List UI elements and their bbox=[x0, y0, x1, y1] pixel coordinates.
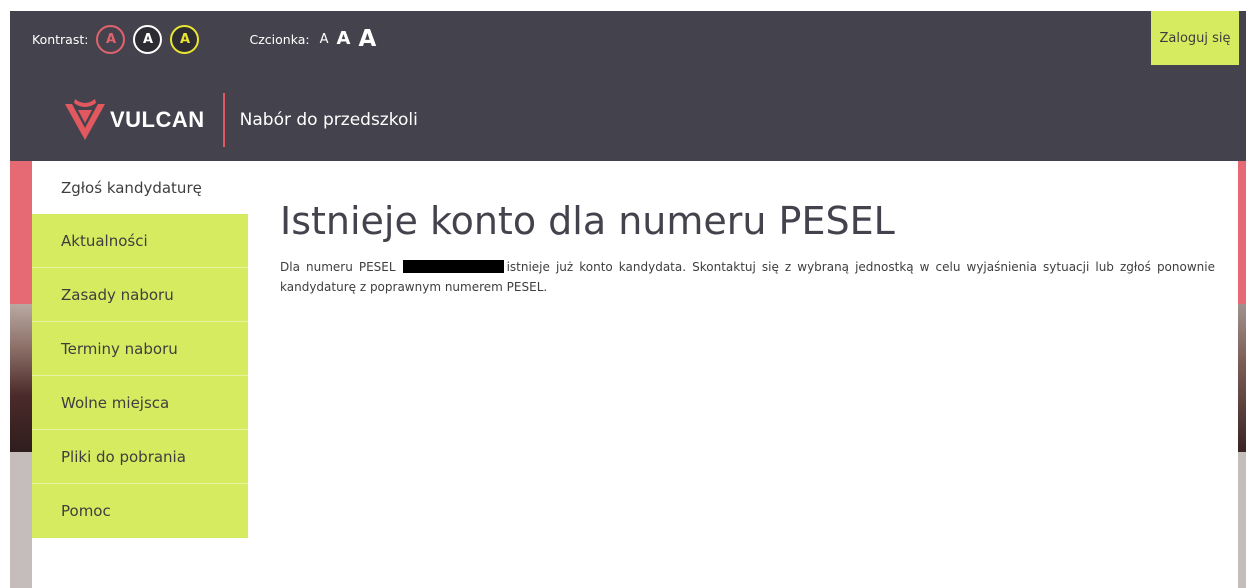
brand-divider bbox=[222, 93, 225, 147]
sidebar-item-wolne-miejsca[interactable]: Wolne miejsca bbox=[32, 376, 248, 430]
redacted-pesel bbox=[402, 259, 504, 273]
message-prefix: Dla numeru PESEL bbox=[280, 259, 396, 274]
font-size-label: Czcionka: bbox=[249, 31, 310, 47]
left-strip-pink bbox=[10, 161, 32, 304]
main-content: Istnieje konto dla numeru PESEL Dla nume… bbox=[280, 198, 1215, 309]
accessibility-bar: Kontrast: A A A Czcionka: A A A bbox=[10, 11, 384, 67]
sidebar-item-terminy-naboru[interactable]: Terminy naboru bbox=[32, 322, 248, 376]
left-strip-photo bbox=[10, 304, 32, 452]
contrast-yellow-black-button[interactable]: A bbox=[170, 24, 200, 54]
right-strip-pink bbox=[1238, 161, 1246, 304]
vulcan-logo[interactable]: VULCAN bbox=[62, 97, 205, 143]
sidebar-item-pomoc[interactable]: Pomoc bbox=[32, 484, 248, 538]
contrast-default-button[interactable]: A bbox=[96, 24, 126, 54]
contrast-label: Kontrast: bbox=[32, 31, 89, 47]
left-strip-gray bbox=[10, 452, 32, 588]
app-title: Nabór do przedszkoli bbox=[239, 110, 418, 130]
right-strip-photo bbox=[1238, 304, 1246, 452]
account-exists-message: Dla numeru PESEL istnieje już konto kandy… bbox=[280, 257, 1215, 297]
sidebar-item-zasady-naboru[interactable]: Zasady naboru bbox=[32, 268, 248, 322]
sidebar-item-pliki-do-pobrania[interactable]: Pliki do pobrania bbox=[32, 430, 248, 484]
page-title: Istnieje konto dla numeru PESEL bbox=[280, 199, 895, 243]
top-header: Kontrast: A A A Czcionka: A A A Zaloguj … bbox=[10, 11, 1246, 161]
brand-bar: VULCAN Nabór do przedszkoli bbox=[62, 93, 418, 147]
sidebar-item-aktualnosci[interactable]: Aktualności bbox=[32, 214, 248, 268]
sidebar-item-zglos-kandydature[interactable]: Zgłoś kandydaturę bbox=[32, 161, 248, 214]
vulcan-shield-icon bbox=[65, 99, 105, 140]
login-button[interactable]: Zaloguj się bbox=[1151, 11, 1239, 65]
left-decorative-strip bbox=[10, 161, 32, 588]
contrast-black-white-button[interactable]: A bbox=[133, 24, 163, 54]
font-large-button[interactable]: A bbox=[358, 27, 376, 51]
right-strip-gray bbox=[1238, 452, 1246, 588]
sidebar-nav: Zgłoś kandydaturę Aktualności Zasady nab… bbox=[32, 161, 248, 538]
font-medium-button[interactable]: A bbox=[337, 30, 351, 48]
right-decorative-strip bbox=[1238, 161, 1246, 588]
vulcan-logo-text: VULCAN bbox=[110, 107, 205, 132]
font-small-button[interactable]: A bbox=[320, 33, 329, 46]
